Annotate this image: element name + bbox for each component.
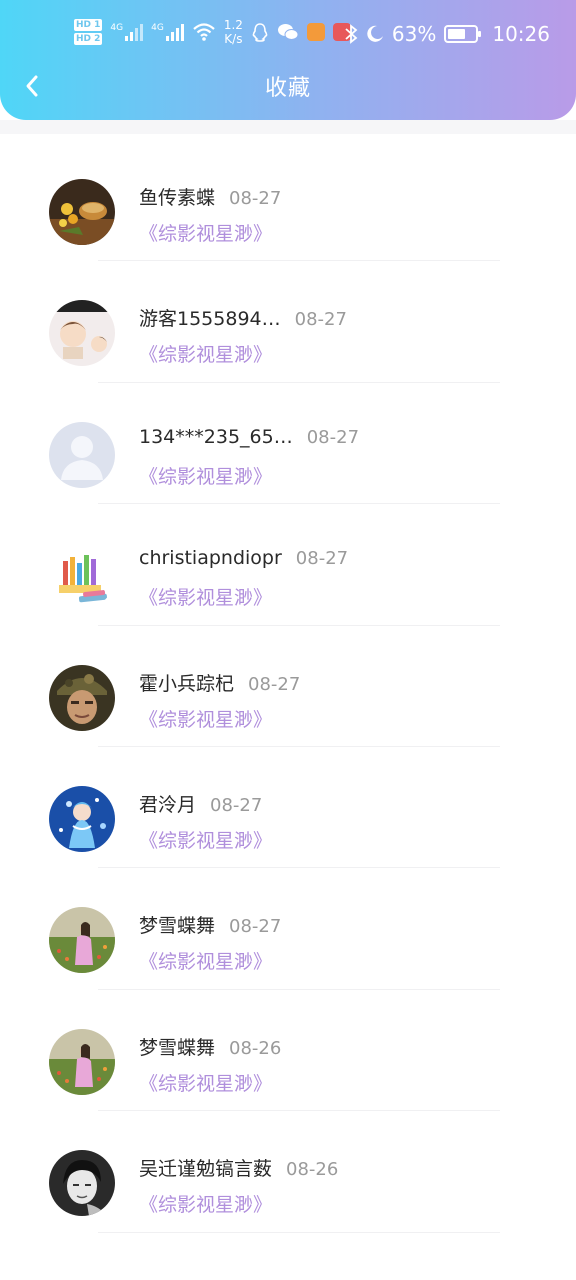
signal-1-icon: 4G — [110, 23, 144, 41]
list-item[interactable]: 游客1555894… 08-27 《综影视星渺》 — [0, 261, 576, 384]
avatar[interactable] — [49, 543, 115, 609]
book-title-link[interactable]: 《综影视星渺》 — [139, 1069, 272, 1096]
status-bar: HD 1 HD 2 4G 4G 1.2 K/s 63% 10:26 — [0, 14, 576, 58]
video-app-icon — [306, 23, 325, 41]
user-name-text: 梦雪蝶舞 — [139, 915, 216, 938]
avatar[interactable] — [49, 179, 115, 245]
favorite-date: 08-27 — [306, 426, 360, 448]
list-item[interactable]: 134***235_65… 08-27 《综影视星渺》 — [0, 383, 576, 505]
user-name: 梦雪蝶舞 08-26 — [139, 1033, 281, 1060]
book-title-link[interactable]: 《综影视星渺》 — [139, 826, 272, 853]
avatar[interactable] — [49, 665, 115, 731]
status-left-icons: HD 1 HD 2 4G 4G 1.2 K/s — [74, 18, 351, 46]
user-name: 梦雪蝶舞 08-27 — [139, 911, 281, 938]
list-item[interactable]: 梦雪蝶舞 08-26 《综影视星渺》 — [0, 990, 576, 1112]
avatar[interactable] — [49, 1029, 115, 1095]
signal-2-icon: 4G — [151, 23, 184, 41]
user-name: 霍小兵踪杞 08-27 — [139, 669, 300, 696]
battery-percent: 63% — [391, 22, 437, 46]
book-title-link[interactable]: 《综影视星渺》 — [139, 1190, 272, 1217]
book-title-link[interactable]: 《综影视星渺》 — [139, 947, 272, 974]
user-name: 吴迁谨勉镐言薮 08-26 — [139, 1154, 338, 1181]
user-name-text: 君泠月 — [139, 793, 197, 816]
user-name-text: 吴迁谨勉镐言薮 — [139, 1158, 273, 1181]
list-item[interactable]: christiapndiopr 08-27 《综影视星渺》 — [0, 504, 576, 626]
book-title-link[interactable]: 《综影视星渺》 — [139, 462, 272, 489]
user-name: 游客1555894… 08-27 — [139, 304, 347, 331]
book-title-link[interactable]: 《综影视星渺》 — [139, 340, 272, 367]
user-name-text: 游客1555894… — [139, 308, 281, 331]
user-name: christiapndiopr 08-27 — [139, 547, 348, 569]
clock: 10:26 — [492, 22, 550, 46]
favorite-date: 08-27 — [210, 794, 263, 816]
header-gap — [0, 120, 576, 134]
avatar[interactable] — [49, 1150, 115, 1216]
battery-fill — [448, 29, 465, 39]
book-title-link[interactable]: 《综影视星渺》 — [139, 705, 272, 732]
status-right-icons: 63% 10:26 — [344, 22, 550, 46]
user-name-text: 梦雪蝶舞 — [139, 1036, 216, 1059]
user-name: 鱼传素蝶 08-27 — [139, 183, 281, 210]
book-title-link[interactable]: 《综影视星渺》 — [139, 583, 272, 610]
hd2-badge: HD 2 — [74, 33, 103, 45]
user-name: 君泠月 08-27 — [139, 790, 262, 817]
favorite-date: 08-27 — [229, 916, 282, 938]
app-header: HD 1 HD 2 4G 4G 1.2 K/s 63% 10:26 收藏 — [0, 0, 576, 120]
battery-icon — [444, 25, 482, 43]
avatar[interactable] — [49, 907, 115, 973]
list-item[interactable]: 吴迁谨勉镐言薮 08-26 《综影视星渺》 — [0, 1111, 576, 1233]
favorite-date: 08-27 — [294, 309, 347, 331]
net-speed: 1.2 K/s — [223, 18, 243, 46]
list-item[interactable]: 君泠月 08-27 《综影视星渺》 — [0, 747, 576, 869]
list-item[interactable]: 霍小兵踪杞 08-27 《综影视星渺》 — [0, 626, 576, 748]
bluetooth-icon — [345, 24, 358, 44]
book-title-link[interactable]: 《综影视星渺》 — [139, 219, 272, 246]
moon-icon — [367, 25, 383, 42]
favorite-date: 08-27 — [248, 673, 301, 695]
avatar[interactable] — [49, 422, 115, 488]
avatar[interactable] — [49, 300, 115, 366]
favorite-date: 08-26 — [286, 1159, 339, 1181]
user-name-text: 134***235_65… — [139, 425, 293, 448]
favorite-date: 08-27 — [295, 548, 349, 570]
list-item[interactable]: 鱼传素蝶 08-27 《综影视星渺》 — [0, 140, 576, 262]
favorite-date: 08-26 — [229, 1037, 282, 1059]
user-name: 134***235_65… 08-27 — [139, 426, 359, 448]
favorite-date: 08-27 — [229, 188, 282, 209]
favorites-list: 鱼传素蝶 08-27 《综影视星渺》 游客1555894… 08-27 《综影视星渺》 13… — [0, 140, 576, 1233]
list-item[interactable]: 梦雪蝶舞 08-27 《综影视星渺》 — [0, 868, 576, 991]
qq-icon — [252, 23, 268, 42]
hd-badges: HD 1 HD 2 — [74, 19, 103, 45]
wifi-icon — [193, 23, 215, 41]
avatar[interactable] — [49, 786, 115, 852]
user-name-text: christiapndiopr — [139, 547, 282, 570]
page-title: 收藏 — [264, 76, 311, 101]
user-name-text: 霍小兵踪杞 — [139, 672, 235, 695]
wechat-icon — [277, 24, 299, 40]
hd1-badge: HD 1 — [74, 19, 103, 31]
user-name-text: 鱼传素蝶 — [139, 187, 216, 209]
